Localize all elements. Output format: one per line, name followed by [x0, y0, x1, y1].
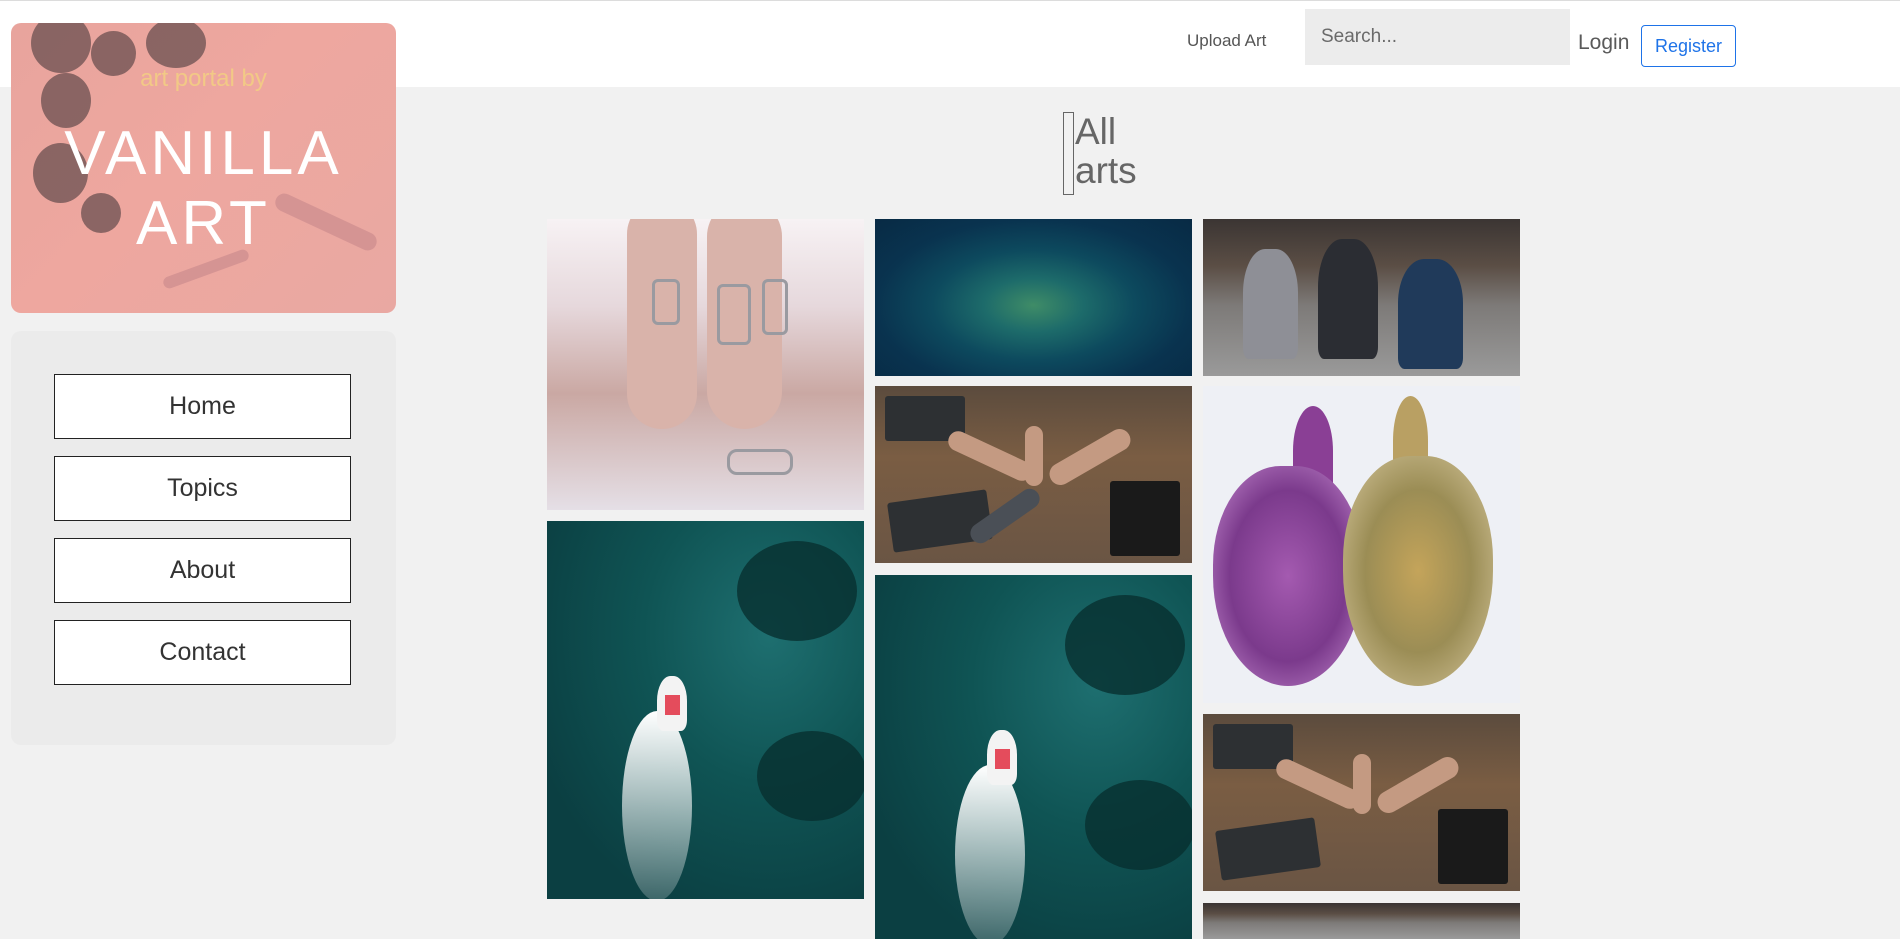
image-detail [762, 279, 788, 335]
gallery-image-island[interactable] [875, 219, 1192, 376]
image-detail [652, 279, 680, 325]
image-detail [1373, 752, 1463, 818]
image-detail [1213, 466, 1363, 686]
gallery-image-teamwork[interactable] [1203, 714, 1520, 891]
image-detail [622, 711, 692, 899]
text-cursor [1063, 112, 1074, 195]
image-detail [1438, 809, 1508, 884]
brand-title: VANILLA ART [64, 119, 343, 258]
image-detail [1110, 481, 1180, 556]
sidebar-nav: Home Topics About Contact [11, 331, 396, 745]
image-detail [1243, 249, 1298, 359]
image-detail [757, 731, 864, 821]
nav-topics-button[interactable]: Topics [54, 456, 351, 521]
register-button[interactable]: Register [1641, 25, 1736, 67]
image-detail [1065, 595, 1185, 695]
gallery-image-students[interactable] [1203, 219, 1520, 376]
brand-subtitle: art portal by [140, 65, 267, 92]
image-detail [1318, 239, 1378, 359]
page-title-text: All arts [1075, 111, 1137, 191]
gallery-image-boat[interactable] [875, 575, 1192, 939]
nav-about-button[interactable]: About [54, 538, 351, 603]
image-detail [657, 676, 687, 731]
brand-logo-card: art portal by VANILLA ART [11, 23, 396, 313]
image-detail [1353, 754, 1371, 814]
nav-home-button[interactable]: Home [54, 374, 351, 439]
gallery-image-donkeys[interactable] [1203, 386, 1520, 703]
nav-contact-button[interactable]: Contact [54, 620, 351, 685]
decor-blob [146, 23, 206, 68]
image-detail [944, 427, 1036, 485]
gallery-image-rings[interactable] [547, 219, 864, 510]
image-detail [1215, 817, 1321, 881]
gallery-image-teamwork[interactable] [875, 386, 1192, 563]
image-detail [737, 541, 857, 641]
image-detail [1085, 780, 1192, 870]
gallery-image-students[interactable] [1203, 903, 1520, 939]
image-detail [727, 449, 793, 475]
image-detail [1025, 426, 1043, 486]
image-detail [1343, 456, 1493, 686]
image-detail [1045, 424, 1135, 490]
gallery-image-boat[interactable] [547, 521, 864, 899]
image-detail [1272, 755, 1364, 813]
upload-art-link[interactable]: Upload Art [1187, 31, 1266, 51]
image-detail [1398, 259, 1463, 369]
image-detail [717, 284, 751, 345]
login-link[interactable]: Login [1578, 31, 1629, 55]
page-title: All arts [1063, 112, 1183, 195]
search-input[interactable] [1305, 9, 1570, 65]
image-detail [955, 765, 1025, 939]
image-detail [987, 730, 1017, 785]
